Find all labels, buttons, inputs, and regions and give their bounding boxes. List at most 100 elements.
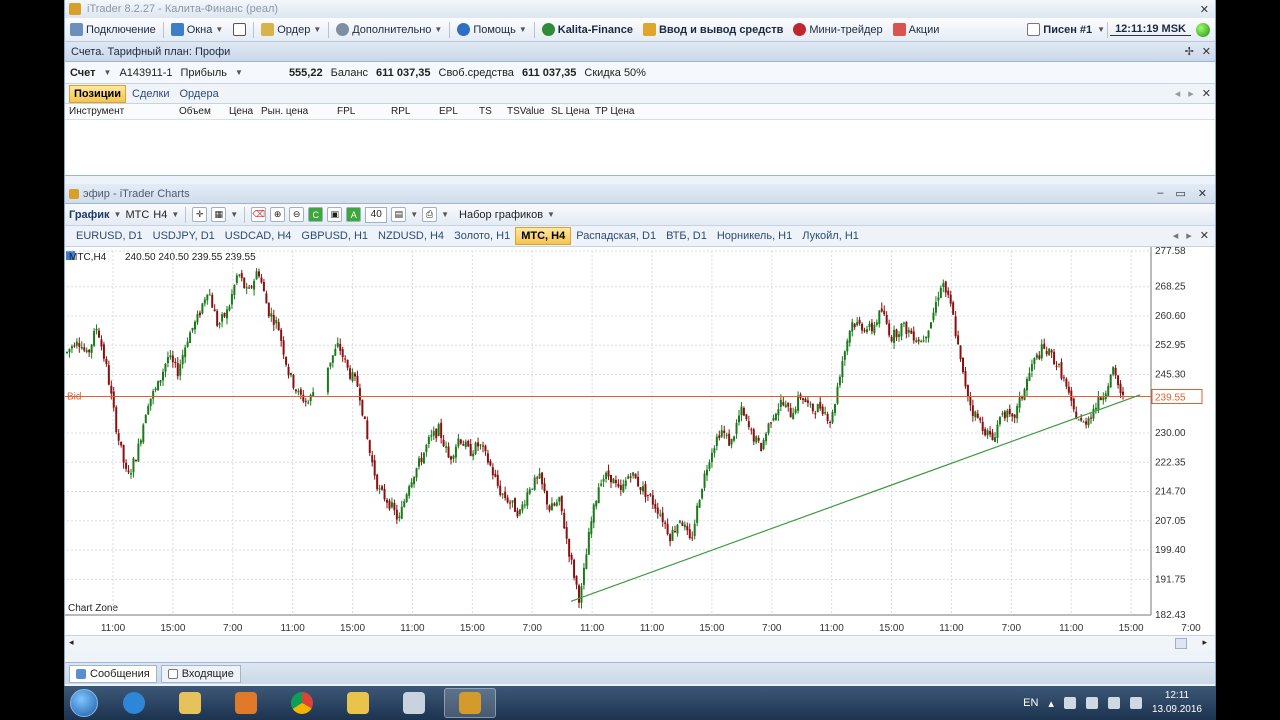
chart-scrollbar[interactable]: ◂ ▸ [65, 635, 1215, 651]
taskbar-chrome[interactable] [276, 688, 328, 718]
menu-kalita-finance[interactable]: Kalita-Finance [537, 23, 638, 36]
column-header[interactable]: FPL [333, 106, 387, 117]
chart-tab[interactable]: Распадская, D1 [571, 228, 661, 244]
menu-promotions[interactable]: Акции [888, 23, 945, 36]
tab-scroll-right-icon[interactable]: ▸ [1188, 87, 1194, 100]
maximize-chart-button[interactable] [228, 23, 251, 36]
account-label[interactable]: Счет [70, 67, 96, 79]
tab-positions[interactable]: Позиции [69, 84, 126, 103]
templates-icon[interactable]: ▤ [391, 207, 407, 222]
chart-tab[interactable]: ВТБ, D1 [661, 228, 712, 244]
column-header[interactable]: Цена [225, 106, 257, 117]
taskbar-itrader[interactable] [444, 688, 496, 718]
fit-screen-icon[interactable]: ▣ [327, 207, 343, 222]
tray-network-icon[interactable] [1107, 697, 1120, 709]
user-menu[interactable]: Писен #1 [1022, 23, 1097, 36]
tab-scroll-left-icon[interactable]: ◂ [1175, 87, 1181, 100]
chart-svg[interactable]: МТС,H4 240.50 240.50 239.55 239.55 Chart… [65, 247, 1215, 635]
candles-icon[interactable]: C [308, 207, 324, 222]
chart-tab[interactable]: Лукойл, H1 [797, 228, 864, 244]
chevron-down-icon[interactable]: ▼ [230, 210, 238, 219]
tab-scroll-right-icon[interactable]: ▸ [1186, 229, 1192, 242]
chart-tab[interactable]: Норникель, H1 [712, 228, 797, 244]
chart-tab[interactable]: EURUSD, D1 [71, 228, 148, 244]
chart-tab[interactable]: МТС, H4 [515, 227, 572, 245]
chevron-down-icon[interactable]: ▼ [1097, 25, 1105, 34]
indicators-icon[interactable]: ▦ [211, 207, 227, 222]
profit-label[interactable]: Прибыль [180, 67, 227, 79]
pin-icon[interactable]: ✢ [1185, 45, 1194, 58]
close-icon[interactable]: ✕ [1200, 229, 1209, 242]
taskbar-mail[interactable] [332, 688, 384, 718]
chart-tab[interactable]: Золото, H1 [449, 228, 515, 244]
column-header[interactable]: EPL [435, 106, 475, 117]
menu-deposit-withdraw[interactable]: Ввод и вывод средств [638, 23, 788, 36]
chevron-down-icon[interactable]: ▼ [547, 210, 555, 219]
taskbar-calculator[interactable] [388, 688, 440, 718]
start-button[interactable] [64, 687, 104, 719]
column-header[interactable]: TP Цена [591, 106, 641, 117]
zoom-in-icon[interactable]: ⊕ [270, 207, 286, 222]
bar-count-input[interactable]: 40 [365, 206, 388, 223]
column-header[interactable]: Инструмент [65, 106, 175, 117]
chevron-down-icon[interactable]: ▼ [114, 210, 122, 219]
symbol-select[interactable]: МТС [125, 209, 149, 221]
taskbar-ie[interactable] [108, 688, 160, 718]
zoom-out-icon[interactable]: ⊖ [289, 207, 305, 222]
close-icon[interactable]: ✕ [1200, 3, 1209, 16]
auto-scroll-icon[interactable]: A [346, 207, 362, 222]
taskbar-media[interactable] [220, 688, 272, 718]
timeframe-select[interactable]: H4 [153, 209, 167, 221]
column-header[interactable]: TS [475, 106, 503, 117]
column-header[interactable]: Рын. цена [257, 106, 333, 117]
trend-line[interactable] [570, 394, 1141, 602]
print-icon[interactable]: ⎙ [422, 207, 438, 222]
tray-volume-icon[interactable] [1129, 697, 1142, 709]
close-icon[interactable]: ✕ [1202, 87, 1211, 100]
tab-deals[interactable]: Сделки [128, 86, 174, 102]
menu-order[interactable]: Ордер ▼ [256, 23, 326, 36]
close-icon[interactable]: ✕ [1202, 45, 1211, 58]
taskbar-explorer[interactable] [164, 688, 216, 718]
candle-body [644, 484, 647, 498]
tray-device-icon[interactable] [1085, 697, 1098, 709]
eraser-icon[interactable]: ⌫ [251, 207, 267, 222]
menu-help[interactable]: Помощь ▼ [452, 23, 531, 36]
menu-windows[interactable]: Окна ▼ [166, 23, 228, 36]
chart-sets-menu[interactable]: Набор графиков [459, 209, 543, 221]
chart-tab[interactable]: USDCAD, H4 [220, 228, 297, 244]
close-icon[interactable]: ✕ [1198, 187, 1207, 200]
chart-tab[interactable]: NZDUSD, H4 [373, 228, 449, 244]
minimize-icon[interactable]: ‒ [1157, 187, 1163, 200]
tab-inbox[interactable]: Входящие [160, 664, 241, 683]
tab-orders[interactable]: Ордера [176, 86, 223, 102]
chart-menu-button[interactable]: График [69, 209, 110, 221]
crosshair-icon[interactable]: ✛ [192, 207, 208, 222]
tray-clock[interactable]: 12:11 13.09.2016 [1152, 689, 1202, 717]
column-header[interactable]: TSValue [503, 106, 547, 117]
tray-flag-icon[interactable] [1063, 697, 1076, 709]
chevron-down-icon[interactable]: ▼ [171, 210, 179, 219]
chart-tab[interactable]: GBPUSD, H1 [296, 228, 373, 244]
chevron-down-icon[interactable]: ▼ [441, 210, 449, 219]
price-chart[interactable]: МТС,H4 240.50 240.50 239.55 239.55 Chart… [65, 247, 1215, 635]
tab-messages[interactable]: Сообщения [69, 664, 157, 683]
column-header[interactable]: SL Цена [547, 106, 591, 117]
scroll-right-icon[interactable]: ▸ [1202, 637, 1207, 648]
tab-scroll-left-icon[interactable]: ◂ [1173, 229, 1179, 242]
column-header[interactable]: RPL [387, 106, 435, 117]
menu-mini-trader[interactable]: Мини-трейдер [788, 23, 887, 36]
chart-tab[interactable]: USDJPY, D1 [148, 228, 220, 244]
menu-extra[interactable]: Дополнительно ▼ [331, 23, 447, 36]
column-header[interactable]: Объем [175, 106, 225, 117]
maximize-icon[interactable]: ▭ [1175, 187, 1185, 200]
scrollbar-thumb[interactable] [1175, 638, 1187, 649]
chevron-down-icon[interactable]: ▼ [104, 68, 112, 77]
chevron-down-icon[interactable]: ▼ [235, 68, 243, 77]
chevron-down-icon[interactable]: ▼ [410, 210, 418, 219]
candle-body [442, 439, 445, 447]
tray-arrow-icon[interactable]: ▴ [1048, 697, 1054, 710]
menu-connection[interactable]: Подключение [65, 23, 161, 36]
language-indicator[interactable]: EN [1023, 697, 1038, 709]
scroll-left-icon[interactable]: ◂ [69, 637, 74, 648]
